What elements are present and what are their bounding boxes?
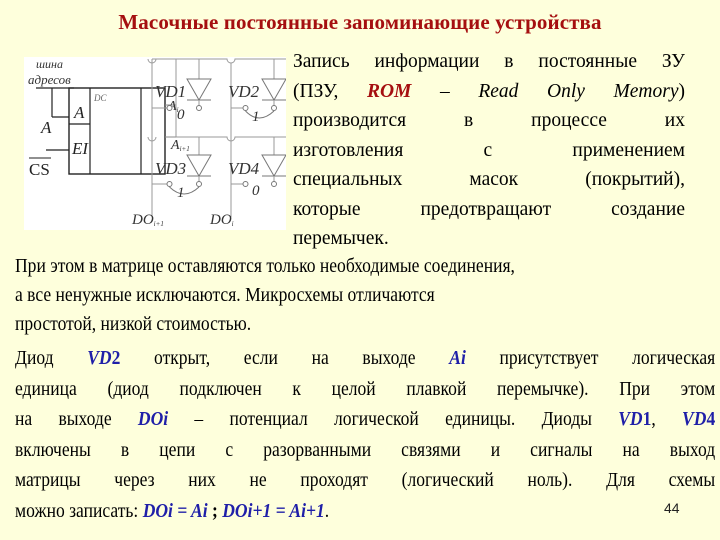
col-do-i1-label: DOi+1 — [131, 212, 164, 228]
paragraph-line: а все ненужные исключаются. Микросхемы о… — [15, 285, 435, 306]
vd2-fuse-link — [245, 110, 275, 119]
vd3-bit: 1 — [177, 185, 185, 201]
doi-term: DOi — [137, 409, 169, 430]
bus-label-1: шина — [36, 57, 63, 71]
vd2-diode-icon — [261, 78, 286, 102]
page-number: 44 — [664, 500, 680, 516]
paragraph-line: матрицы через них не проходят (логически… — [15, 470, 716, 491]
read-only-memory-term: Read Only Memory — [478, 80, 679, 102]
equation-doi: DOi = Ai — [142, 500, 208, 522]
paragraph-line: единица (диод подключен к целой плавкой … — [15, 378, 716, 400]
vd4-label: VD4 — [228, 159, 260, 178]
vd4-term: VD4 — [682, 409, 716, 430]
paragraph-line: При этом в матрице оставляются только не… — [15, 256, 515, 277]
matrix-paragraph: При этом в матрице оставляются только не… — [15, 252, 705, 339]
vd3-diode-icon — [186, 154, 212, 178]
vd1-bit: 0 — [177, 107, 185, 123]
vd4-bit: 0 — [252, 183, 260, 199]
vd2-label: VD2 — [228, 82, 260, 101]
paragraph-line: на выходе DOi – потенциал логической еди… — [15, 409, 716, 430]
rom-text-line: Запись информации в постоянные ЗУ — [293, 51, 685, 72]
rom-text-line: (ПЗУ, ROM – Read Only Memory) — [293, 80, 685, 102]
paragraph-line: включены в цепи с разорванными связями и… — [15, 439, 716, 461]
paragraph-line: можно записать: DOi = Ai ; DOi+1 = Ai+1. — [15, 500, 330, 522]
rom-text-line: специальных масок (покрытий), — [293, 169, 685, 190]
block-ei-label: EI — [71, 139, 89, 158]
rom-text-line: перемычек. — [293, 228, 389, 249]
rom-term: ROM — [366, 80, 412, 102]
rom-matrix-diagram: шина адресов A CS A EI DC Ai Ai+1 VD1 0 … — [24, 57, 286, 230]
equation-doi1: DOi+1 = Ai+1 — [222, 500, 325, 522]
paragraph-line: Диод VD2 открыт, если на выходе Ai прису… — [15, 348, 716, 369]
vd4-diode-icon — [261, 154, 286, 178]
vd1-label: VD1 — [155, 82, 186, 101]
rom-text-line: производится в процессе их — [293, 110, 685, 131]
input-cs-label: CS — [29, 160, 50, 179]
bus-label-2: адресов — [28, 72, 71, 87]
slide-title: Масочные постоянные запоминающие устройс… — [118, 10, 602, 34]
vd1-diode-icon — [186, 78, 212, 102]
vd2-term: VD2 — [87, 348, 121, 369]
vd2-bit: 1 — [252, 109, 260, 125]
decoder-block — [68, 87, 166, 175]
rom-text-line: изготовления с применением — [293, 139, 685, 161]
block-dc-label: DC — [93, 93, 107, 103]
row-ai-line — [176, 58, 286, 64]
vd3-label: VD3 — [155, 159, 186, 178]
rom-description-text: Запись информации в постоянные ЗУ (ПЗУ, … — [293, 47, 685, 254]
paragraph-line: простотой, низкой стоимостью. — [15, 314, 252, 335]
rom-matrix-svg: шина адресов A CS A EI DC Ai Ai+1 VD1 0 … — [28, 57, 286, 228]
input-a-label: A — [40, 118, 52, 137]
block-a-label: A — [73, 103, 85, 122]
diode-paragraph: Диод VD2 открыт, если на выходе Ai прису… — [15, 344, 715, 527]
vd1-term: VD1 — [618, 409, 652, 430]
rom-text-line: которые предотвращают создание — [293, 198, 685, 220]
row-ai1-label: Ai+1 — [170, 138, 190, 153]
col-do-i-label: DOi — [209, 212, 234, 228]
ai-term: Ai — [449, 348, 466, 369]
